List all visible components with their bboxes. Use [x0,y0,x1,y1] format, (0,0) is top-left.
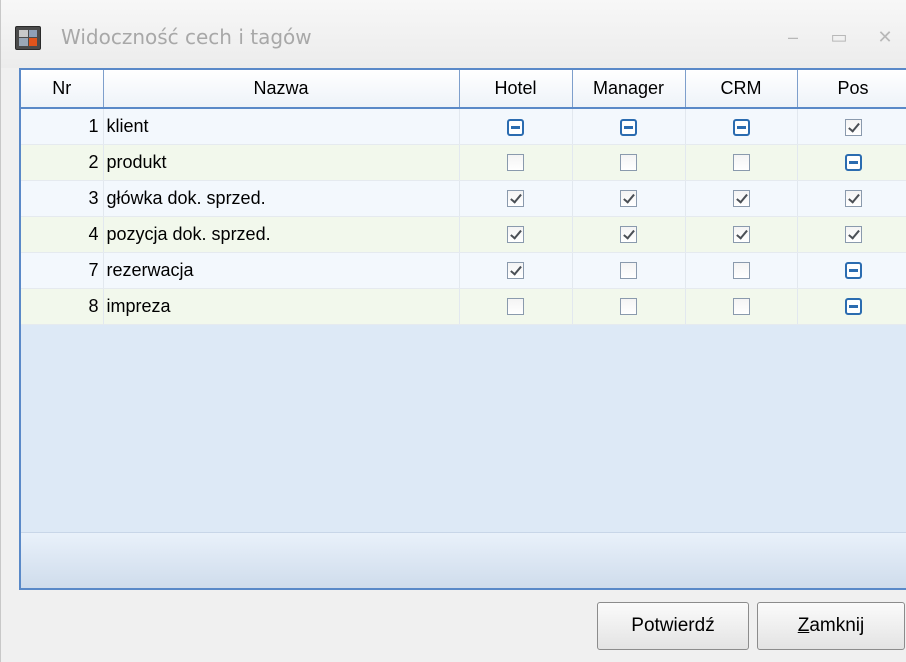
cell-manager [572,252,686,289]
close-mnemonic: Z [797,615,810,636]
app-icon [15,26,41,50]
crm-checkbox[interactable] [732,262,750,280]
cell-hotel [459,144,573,181]
manager-checkbox[interactable] [620,226,637,244]
cell-manager [572,288,686,325]
cell-crm [685,216,798,253]
cell-nr: 1 [21,108,104,145]
table-row[interactable]: 2 produkt [21,144,906,181]
table-row[interactable]: 1 klient [21,108,906,145]
cell-nazwa: klient [103,108,460,145]
manager-checkbox[interactable] [620,118,637,136]
manager-checkbox[interactable] [620,190,637,208]
hotel-checkbox[interactable] [507,154,524,172]
cell-crm [685,180,798,217]
cell-pos [797,288,906,325]
visibility-grid: Nr Nazwa Hotel Manager CRM Pos 1 klient 2 p… [19,68,906,590]
pos-checkbox[interactable] [844,226,862,244]
cell-nazwa: impreza [103,288,460,325]
pos-checkbox[interactable] [844,262,862,280]
cell-nazwa: pozycja dok. sprzed. [103,216,460,253]
cell-crm [685,252,798,289]
cell-nr: 4 [21,216,104,253]
cell-manager [572,144,686,181]
cell-nazwa: rezerwacja [103,252,460,289]
crm-checkbox[interactable] [732,190,750,208]
hotel-checkbox[interactable] [507,298,524,316]
cell-crm [685,144,798,181]
cell-manager [572,108,686,145]
title-bar[interactable]: Widoczność cech i tagów – ▭ ✕ [1,0,906,68]
hotel-checkbox[interactable] [507,262,524,280]
cell-hotel [459,288,573,325]
close-button[interactable]: Zamknij [757,602,905,650]
cell-manager [572,216,686,253]
window-title: Widoczność cech i tagów [61,25,312,49]
cell-nr: 8 [21,288,104,325]
cell-manager [572,180,686,217]
cell-crm [685,108,798,145]
hotel-checkbox[interactable] [507,226,524,244]
pos-checkbox[interactable] [844,190,862,208]
cell-pos [797,180,906,217]
column-header-hotel[interactable]: Hotel [459,70,573,109]
column-header-nr[interactable]: Nr [21,70,104,109]
maximize-icon[interactable]: ▭ [829,27,849,47]
cell-crm [685,288,798,325]
crm-checkbox[interactable] [732,118,750,136]
close-label: amknij [809,615,865,636]
cell-pos [797,252,906,289]
cell-nr: 3 [21,180,104,217]
crm-checkbox[interactable] [732,154,750,172]
hotel-checkbox[interactable] [507,118,524,136]
cell-hotel [459,108,573,145]
table-row[interactable]: 3 główka dok. sprzed. [21,180,906,217]
manager-checkbox[interactable] [620,262,637,280]
cell-hotel [459,180,573,217]
table-row[interactable]: 4 pozycja dok. sprzed. [21,216,906,253]
pos-checkbox[interactable] [844,154,862,172]
cell-pos [797,216,906,253]
manager-checkbox[interactable] [620,154,637,172]
cell-hotel [459,252,573,289]
pos-checkbox[interactable] [844,298,862,316]
table-row[interactable]: 7 rezerwacja [21,252,906,289]
table-row[interactable]: 8 impreza [21,288,906,325]
crm-checkbox[interactable] [732,298,750,316]
cell-hotel [459,216,573,253]
grid-header-row: Nr Nazwa Hotel Manager CRM Pos [21,70,906,109]
column-header-manager[interactable]: Manager [572,70,686,109]
cell-nr: 7 [21,252,104,289]
column-header-crm[interactable]: CRM [685,70,798,109]
cell-nazwa: produkt [103,144,460,181]
minimize-icon[interactable]: – [783,27,803,47]
cell-pos [797,108,906,145]
cell-nr: 2 [21,144,104,181]
manager-checkbox[interactable] [620,298,637,316]
cell-pos [797,144,906,181]
column-header-nazwa[interactable]: Nazwa [103,70,460,109]
hotel-checkbox[interactable] [507,190,524,208]
dialog-window: Widoczność cech i tagów – ▭ ✕ Nr Nazwa H… [0,0,906,662]
confirm-button[interactable]: Potwierdź [597,602,749,650]
cell-nazwa: główka dok. sprzed. [103,180,460,217]
column-header-pos[interactable]: Pos [797,70,906,109]
grid-footer [21,532,906,588]
crm-checkbox[interactable] [732,226,750,244]
pos-checkbox[interactable] [844,118,862,136]
close-icon[interactable]: ✕ [875,27,895,47]
